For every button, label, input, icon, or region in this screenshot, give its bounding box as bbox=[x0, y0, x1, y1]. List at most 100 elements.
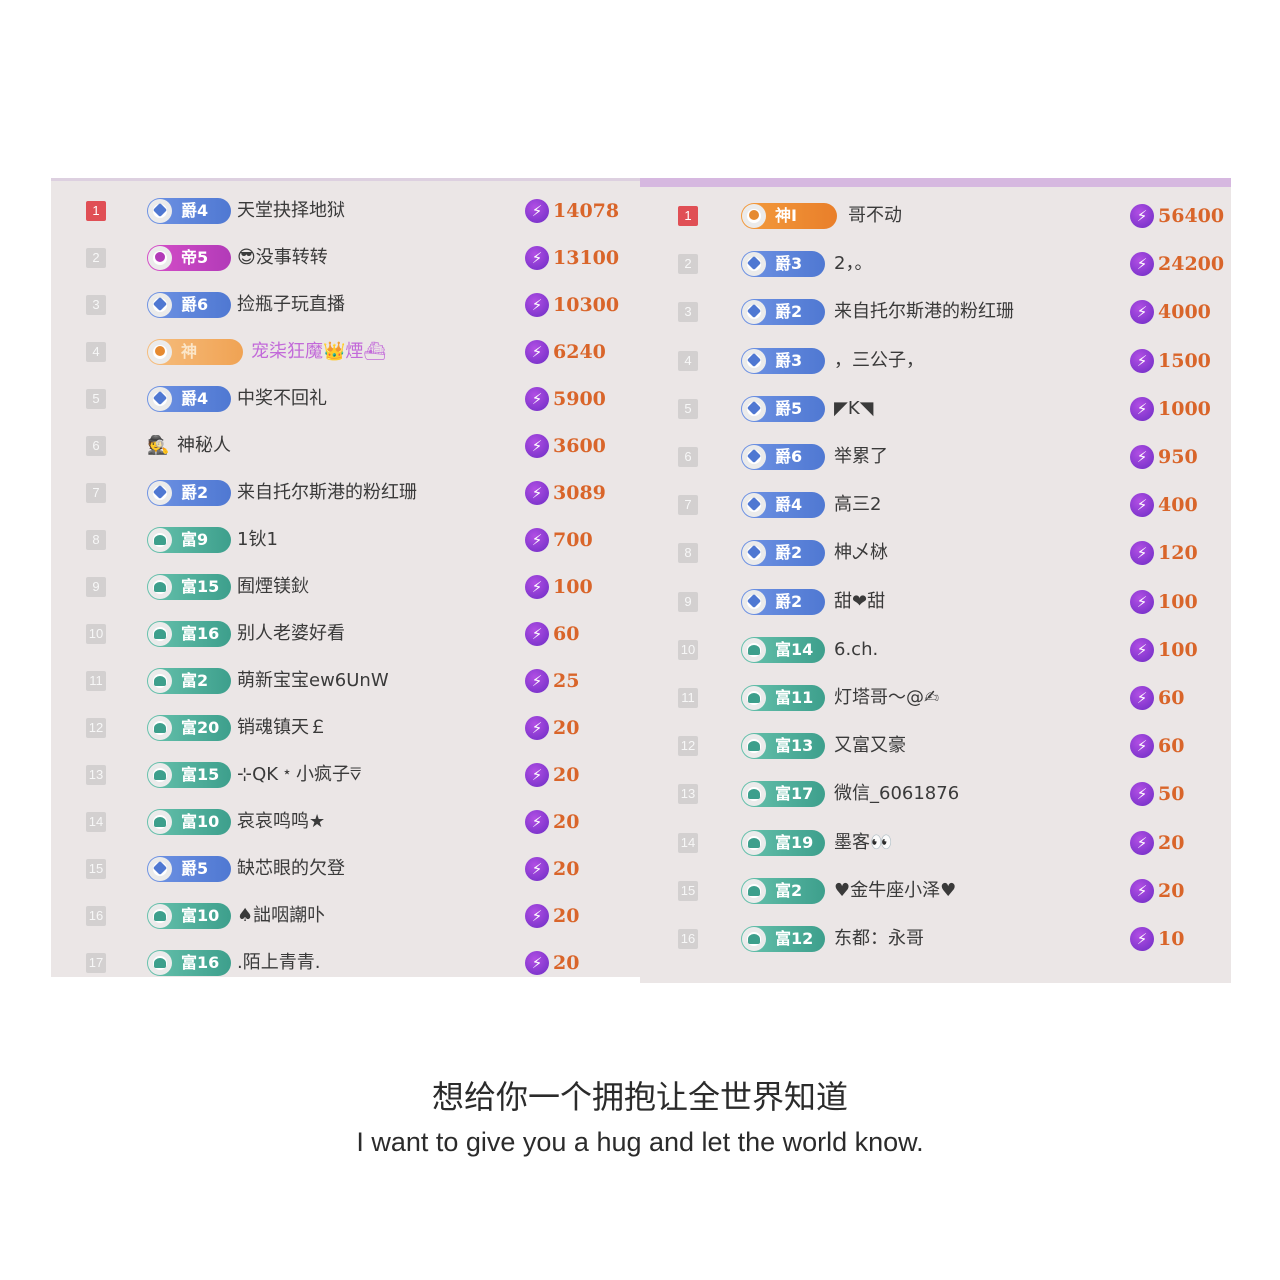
user-name[interactable]: 举累了 bbox=[834, 445, 888, 469]
rank-number: 16 bbox=[678, 929, 698, 949]
user-name[interactable]: ♥金牛座小泽♥ bbox=[834, 879, 956, 903]
badge-label: 富11 bbox=[775, 688, 814, 707]
rank-number: 1 bbox=[86, 201, 106, 221]
leaderboard-row[interactable]: 12 富20 销魂镇天￡ ⚡ 20 bbox=[51, 708, 640, 748]
gift-score: 100 bbox=[553, 576, 593, 598]
leaderboard-row[interactable]: 9 爵2 甜❤甜 ⚡ 100 bbox=[640, 582, 1231, 622]
user-name[interactable]: 6.ch. bbox=[834, 638, 878, 662]
leaderboard-row[interactable]: 10 富16 别人老婆好看 ⚡ 60 bbox=[51, 614, 640, 654]
user-name[interactable]: 墨客👀 bbox=[834, 831, 892, 855]
gift-score: 20 bbox=[553, 764, 580, 786]
user-name[interactable]: 灯塔哥～@✍ bbox=[834, 686, 939, 710]
leaderboard-row[interactable]: 16 富12 东都：永哥 ⚡ 10 bbox=[640, 919, 1231, 959]
user-name[interactable]: 微信_6061876 bbox=[834, 782, 959, 806]
leaderboard-row[interactable]: 6 🕵 神秘人 ⚡ 3600 bbox=[51, 426, 640, 466]
leaderboard-row[interactable]: 3 爵6 捡瓶子玩直播 ⚡ 10300 bbox=[51, 285, 640, 325]
leaderboard-row[interactable]: 1 爵4 天堂抉择地狱 ⚡ 14078 bbox=[51, 191, 640, 231]
leaderboard-row[interactable]: 9 富15 囿煙镁鈥 ⚡ 100 bbox=[51, 567, 640, 607]
user-name[interactable]: 高三2 bbox=[834, 493, 881, 517]
user-name[interactable]: 囿煙镁鈥 bbox=[237, 575, 309, 599]
leaderboard-row[interactable]: 1 神Ⅰ 哥不动 ⚡ 56400 bbox=[640, 196, 1231, 236]
gift-score: 100 bbox=[1158, 638, 1198, 661]
leaderboard-row[interactable]: 4 神 宠柒狂魔👑煙⛴ ⚡ 6240 bbox=[51, 332, 640, 372]
leaderboard-row[interactable]: 15 富2 ♥金牛座小泽♥ ⚡ 20 bbox=[640, 871, 1231, 911]
leaderboard-row[interactable]: 3 爵2 来自托尔斯港的粉红珊 ⚡ 4000 bbox=[640, 292, 1231, 332]
rank-number: 10 bbox=[678, 639, 698, 660]
user-name[interactable]: ⊹QK﹡小疯子⩢ bbox=[237, 763, 361, 787]
leaderboard-row[interactable]: 15 爵5 缺芯眼的欠登 ⚡ 20 bbox=[51, 849, 640, 889]
user-name[interactable]: 2，。 bbox=[834, 252, 872, 276]
leaderboard-row[interactable]: 13 富17 微信_6061876 ⚡ 50 bbox=[640, 774, 1231, 814]
leaderboard-row[interactable]: 7 爵2 来自托尔斯港的粉红珊 ⚡ 3089 bbox=[51, 473, 640, 513]
leaderboard-row[interactable]: 12 富13 又富又豪 ⚡ 60 bbox=[640, 726, 1231, 766]
leaderboard-row[interactable]: 11 富11 灯塔哥～@✍ ⚡ 60 bbox=[640, 678, 1231, 718]
rank-number: 6 bbox=[86, 436, 106, 456]
user-name[interactable]: 又富又豪 bbox=[834, 734, 906, 758]
user-name[interactable]: ♠詘咽謿卟 bbox=[237, 904, 325, 928]
lightning-icon: ⚡ bbox=[1130, 927, 1154, 951]
badge-label: 爵4 bbox=[181, 201, 209, 220]
leaderboard-row[interactable]: 16 富10 ♠詘咽謿卟 ⚡ 20 bbox=[51, 896, 640, 936]
lightning-icon: ⚡ bbox=[525, 857, 549, 881]
leaderboard-row[interactable]: 10 富14 6.ch. ⚡ 100 bbox=[640, 630, 1231, 670]
user-name[interactable]: 东都：永哥 bbox=[834, 927, 924, 951]
leaderboard-row[interactable]: 7 爵4 高三2 ⚡ 400 bbox=[640, 485, 1231, 525]
user-name[interactable]: 来自托尔斯港的粉红珊 bbox=[834, 300, 1014, 324]
leaderboard-row[interactable]: 6 爵6 举累了 ⚡ 950 bbox=[640, 437, 1231, 477]
user-name[interactable]: 别人老婆好看 bbox=[237, 622, 345, 646]
user-name[interactable]: 柛乄栤 bbox=[834, 541, 888, 565]
user-name[interactable]: 捡瓶子玩直播 bbox=[237, 293, 345, 317]
leaderboard-row[interactable]: 17 富16 .陌上青青. ⚡ 20 bbox=[51, 943, 640, 977]
badge-icon bbox=[154, 582, 166, 592]
user-name[interactable]: 😎没事转转 bbox=[237, 246, 328, 270]
user-name[interactable]: 哀哀鸣鸣★ bbox=[237, 810, 325, 834]
user-name[interactable]: 来自托尔斯港的粉红珊 bbox=[237, 481, 417, 505]
user-name[interactable]: 宠柒狂魔👑煙⛴ bbox=[251, 340, 386, 364]
lightning-icon: ⚡ bbox=[1130, 445, 1154, 469]
leaderboard-row[interactable]: 8 爵2 柛乄栤 ⚡ 120 bbox=[640, 533, 1231, 573]
user-name[interactable]: ◤K◥ bbox=[834, 397, 874, 421]
gift-score: 24200 bbox=[1158, 253, 1225, 276]
gift-score: 5900 bbox=[553, 388, 606, 410]
rank-number: 8 bbox=[678, 543, 698, 564]
leaderboard-row[interactable]: 5 爵5 ◤K◥ ⚡ 1000 bbox=[640, 389, 1231, 429]
lightning-icon: ⚡ bbox=[525, 622, 549, 646]
rank-number: 4 bbox=[678, 350, 698, 371]
leaderboard-row[interactable]: 14 富10 哀哀鸣鸣★ ⚡ 20 bbox=[51, 802, 640, 842]
user-name[interactable]: .陌上青青. bbox=[237, 951, 320, 975]
user-name[interactable]: 神秘人 bbox=[177, 434, 231, 458]
badge-icon bbox=[155, 346, 165, 356]
lightning-icon: ⚡ bbox=[1130, 396, 1154, 421]
rank-number: 1 bbox=[678, 206, 698, 226]
leaderboard-row[interactable]: 14 富19 墨客👀 ⚡ 20 bbox=[640, 823, 1231, 863]
leaderboard-row[interactable]: 4 爵3 ，三公子， ⚡ 1500 bbox=[640, 341, 1231, 381]
user-name[interactable]: 缺芯眼的欠登 bbox=[237, 857, 345, 881]
leaderboard-row[interactable]: 2 爵3 2，。 ⚡ 24200 bbox=[640, 244, 1231, 284]
user-name[interactable]: 天堂抉择地狱 bbox=[237, 199, 345, 223]
level-badge: 富11 bbox=[741, 685, 825, 711]
lightning-icon: ⚡ bbox=[1130, 252, 1154, 277]
user-name[interactable]: 中奖不回礼 bbox=[237, 387, 327, 411]
leaderboard-row[interactable]: 8 富9 1钬1 ⚡ 700 bbox=[51, 520, 640, 560]
badge-label: 富17 bbox=[775, 784, 814, 804]
user-name[interactable]: 销魂镇天￡ bbox=[237, 716, 327, 740]
user-name[interactable]: 萌新宝宝ew6UnW bbox=[237, 669, 389, 693]
rank-number: 7 bbox=[678, 495, 698, 516]
badge-label: 爵5 bbox=[181, 859, 209, 878]
leaderboard-row[interactable]: 13 富15 ⊹QK﹡小疯子⩢ ⚡ 20 bbox=[51, 755, 640, 795]
user-name[interactable]: 哥不动 bbox=[848, 204, 902, 228]
user-name[interactable]: ，三公子， bbox=[834, 349, 924, 373]
user-name[interactable]: 1钬1 bbox=[237, 528, 278, 552]
badge-icon bbox=[154, 535, 166, 545]
leaderboard-row[interactable]: 2 帝5 😎没事转转 ⚡ 13100 bbox=[51, 238, 640, 278]
leaderboard-row[interactable]: 11 富2 萌新宝宝ew6UnW ⚡ 25 bbox=[51, 661, 640, 701]
level-badge: 神Ⅰ bbox=[741, 203, 837, 229]
leaderboard-row[interactable]: 5 爵4 中奖不回礼 ⚡ 5900 bbox=[51, 379, 640, 419]
badge-icon bbox=[152, 484, 168, 500]
level-badge: 富20 bbox=[147, 715, 231, 741]
user-name[interactable]: 甜❤甜 bbox=[834, 590, 885, 614]
lightning-icon: ⚡ bbox=[1130, 637, 1154, 662]
lightning-icon: ⚡ bbox=[525, 528, 549, 552]
level-badge: 神 bbox=[147, 339, 243, 365]
level-badge: 富19 bbox=[741, 829, 825, 856]
